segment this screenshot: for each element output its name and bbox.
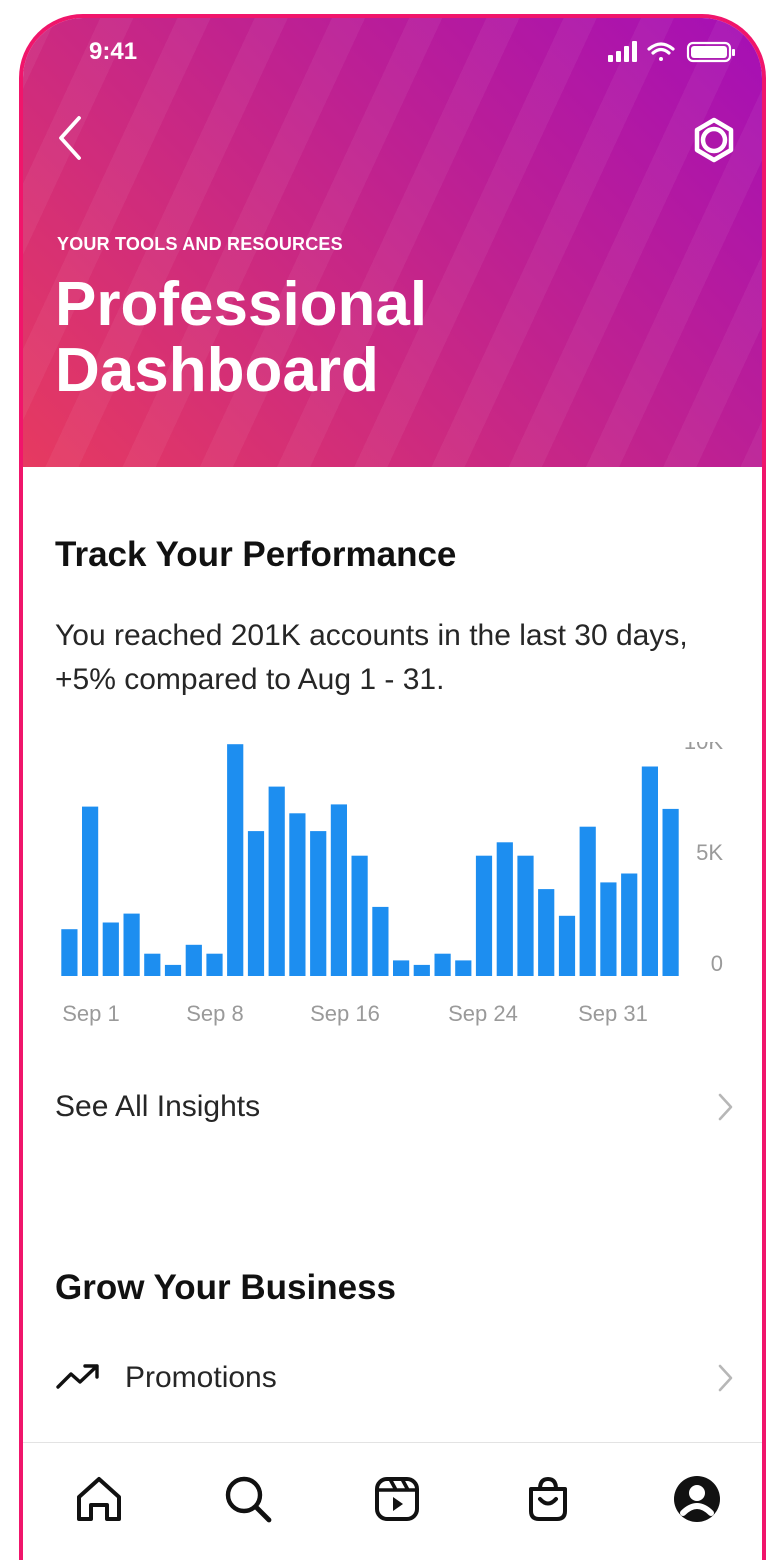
gear-icon [694, 117, 734, 163]
tab-home[interactable] [73, 1473, 125, 1525]
header-banner: 9:41 YOUR TOOLS AND RESOURCES Profession… [23, 18, 762, 467]
reels-icon [375, 1477, 419, 1521]
chart-bar [496, 842, 513, 976]
chart-bar [413, 964, 430, 976]
chart-bar [372, 906, 389, 976]
y-tick-label: 0 [711, 951, 723, 976]
see-all-insights-link[interactable]: See All Insights [55, 1082, 735, 1132]
page-title-line-2: Dashboard [55, 336, 379, 405]
status-icons [608, 40, 738, 69]
chart-bar [517, 855, 534, 976]
tab-shop[interactable] [522, 1473, 574, 1525]
chart-bar [310, 831, 327, 976]
phone-frame: 9:41 YOUR TOOLS AND RESOURCES Profession… [19, 14, 766, 1560]
chart-bar [185, 944, 202, 976]
bottom-tab-bar [23, 1442, 762, 1560]
trending-up-icon [56, 1364, 99, 1389]
chart-bar [61, 929, 78, 976]
chart-bar [558, 915, 576, 976]
chevron-right-icon [718, 1093, 733, 1121]
x-tick-label: Sep 31 [578, 1001, 648, 1026]
reach-bar-chart: 10K 5K 0 Sep 1 Sep 8 Sep 16 Sep 24 Sep 31 [61, 742, 723, 1026]
chart-bar [144, 953, 161, 976]
page-title-line-1: Professional [55, 270, 428, 339]
performance-summary: You reached 201K accounts in the last 30… [55, 619, 688, 696]
page-title: Professional Dashboard [55, 272, 655, 404]
chart-bar [600, 882, 617, 976]
chart-bar [579, 826, 596, 976]
signal-icon [608, 41, 637, 62]
x-tick-label: Sep 8 [186, 1001, 244, 1026]
x-tick-label: Sep 1 [62, 1001, 120, 1026]
business-title: Grow Your Business [55, 1268, 397, 1307]
status-indicators [608, 41, 735, 63]
chevron-left-icon [59, 116, 81, 160]
header-eyebrow: YOUR TOOLS AND RESOURCES [57, 234, 343, 254]
home-icon [77, 1477, 121, 1521]
status-time: 9:41 [89, 38, 138, 65]
chart-bar [475, 855, 493, 976]
chart-bar [621, 873, 638, 976]
y-tick-label: 10K [684, 742, 723, 754]
chart-bar [227, 744, 244, 976]
back-button[interactable] [53, 114, 93, 162]
search-icon [225, 1476, 272, 1523]
promotions-label: Promotions [125, 1361, 277, 1394]
chart-bar [268, 786, 285, 976]
wifi-icon [647, 42, 675, 61]
chart-bar [206, 953, 223, 976]
chart-bar [455, 960, 472, 976]
chart-bar [538, 889, 555, 976]
chart-bar [102, 922, 119, 976]
chart-bar [164, 964, 182, 976]
chart-bar [82, 806, 99, 976]
shop-icon [529, 1476, 567, 1521]
battery-icon [686, 41, 735, 63]
x-tick-label: Sep 16 [310, 1001, 380, 1026]
chart-bar [289, 813, 306, 976]
chart-bar [247, 831, 265, 976]
tab-search[interactable] [222, 1473, 274, 1525]
settings-button[interactable] [690, 116, 738, 164]
chart-bar [123, 913, 140, 976]
tab-profile[interactable] [671, 1473, 723, 1525]
promotions-row[interactable]: Promotions [55, 1353, 735, 1403]
profile-icon [674, 1476, 720, 1522]
chart-bar [330, 804, 347, 976]
tab-reels[interactable] [371, 1473, 423, 1525]
chart-bar [393, 960, 410, 976]
chart-bar [351, 855, 368, 976]
performance-title: Track Your Performance [55, 535, 457, 574]
chart-bar [662, 808, 679, 976]
chevron-right-icon [718, 1364, 733, 1392]
see-all-insights-label: See All Insights [55, 1090, 261, 1123]
chart-bar [434, 953, 451, 976]
y-tick-label: 5K [696, 840, 723, 865]
x-tick-label: Sep 24 [448, 1001, 518, 1026]
chart-bar [641, 766, 658, 976]
